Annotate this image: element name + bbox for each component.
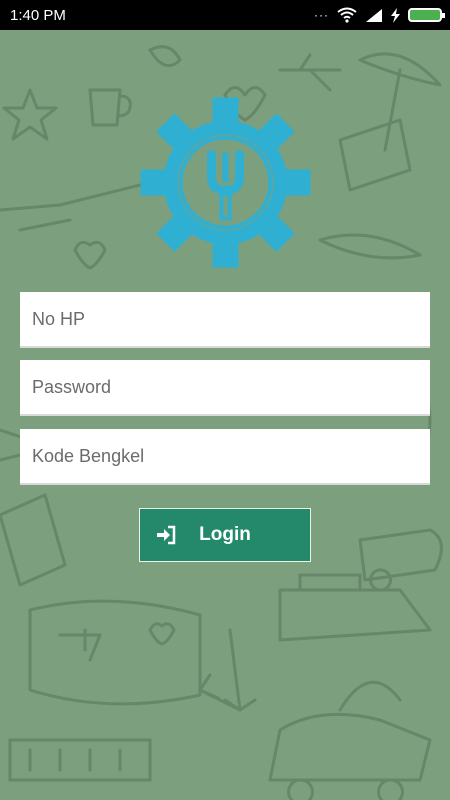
wifi-icon bbox=[337, 7, 357, 23]
status-time: 1:40 PM bbox=[10, 6, 66, 24]
status-bar: 1:40 PM ··· bbox=[0, 0, 450, 30]
status-icons: ··· bbox=[314, 7, 445, 23]
login-button[interactable]: Login bbox=[139, 508, 311, 562]
phone-input[interactable] bbox=[30, 291, 420, 347]
notification-dots: ··· bbox=[314, 8, 329, 22]
battery-icon bbox=[408, 8, 445, 22]
workshop-code-field[interactable] bbox=[20, 428, 430, 485]
charging-icon bbox=[391, 7, 400, 23]
signal-icon bbox=[366, 8, 382, 22]
login-button-label: Login bbox=[199, 524, 251, 545]
workshop-code-input[interactable] bbox=[30, 428, 420, 484]
gear-wrench-logo bbox=[140, 97, 311, 268]
password-field[interactable] bbox=[20, 359, 430, 416]
password-input[interactable] bbox=[30, 359, 420, 415]
phone-field[interactable] bbox=[20, 291, 430, 348]
sign-in-icon bbox=[157, 525, 176, 545]
